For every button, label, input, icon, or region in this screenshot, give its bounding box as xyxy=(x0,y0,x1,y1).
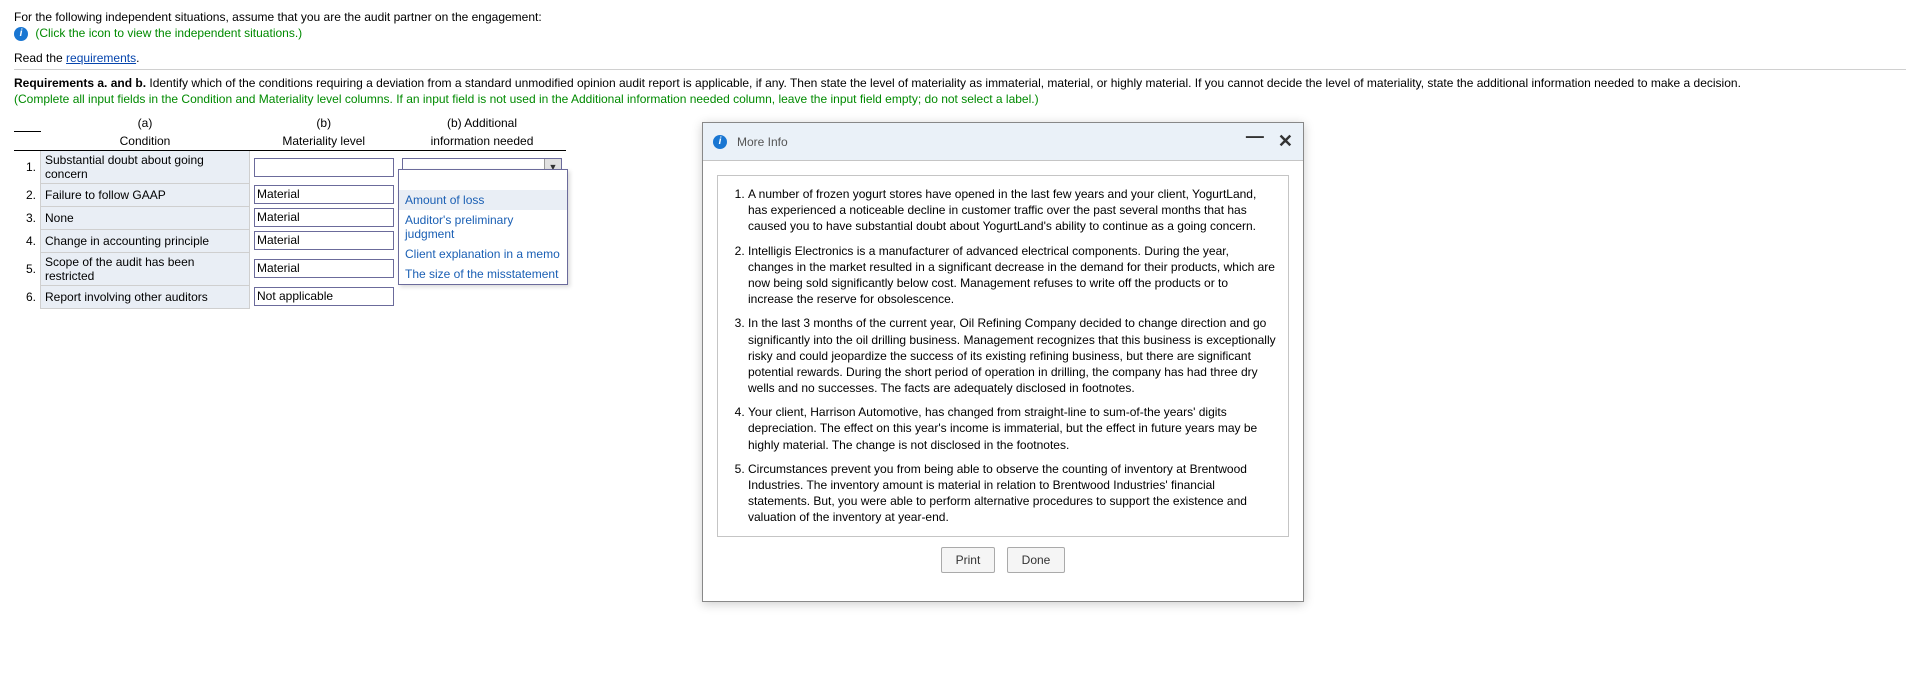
hdr-badd: (b) Additional xyxy=(398,114,566,132)
minimize-icon[interactable]: — xyxy=(1246,131,1264,152)
addinfo-dropdown-list: Amount of loss Auditor's preliminary jud… xyxy=(398,169,568,285)
hdr-condition: Condition xyxy=(41,132,250,151)
hdr-a: (a) xyxy=(41,114,250,132)
dropdown-option[interactable]: Auditor's preliminary judgment xyxy=(399,210,567,244)
situation-item: Intelligis Electronics is a manufacturer… xyxy=(748,243,1276,308)
dropdown-option[interactable]: The size of the misstatement xyxy=(399,264,567,284)
table-row: 6. Report involving other auditors Not a… xyxy=(14,285,566,308)
row-num: 3. xyxy=(14,206,41,229)
condition-cell[interactable]: Report involving other auditors xyxy=(41,285,250,308)
row-num: 2. xyxy=(14,183,41,206)
read-the-text: Read the xyxy=(14,51,66,65)
materiality-select[interactable]: Material xyxy=(254,208,394,227)
answer-table: (a) (b) (b) Additional Condition Materia… xyxy=(14,114,566,309)
materiality-select[interactable]: Not applicable xyxy=(254,287,394,306)
materiality-select[interactable]: Material xyxy=(254,185,394,204)
row-num: 6. xyxy=(14,285,41,308)
dropdown-option-blank[interactable] xyxy=(399,170,567,190)
modal-content: A number of frozen yogurt stores have op… xyxy=(717,175,1289,537)
materiality-select[interactable] xyxy=(254,158,394,177)
close-icon[interactable]: ✕ xyxy=(1278,131,1293,152)
condition-cell[interactable]: Change in accounting principle xyxy=(41,229,250,252)
intro-line1: For the following independent situations… xyxy=(14,10,1906,24)
condition-cell[interactable]: None xyxy=(41,206,250,229)
req-helper: (Complete all input fields in the Condit… xyxy=(14,92,1906,106)
print-button[interactable]: Print xyxy=(941,547,996,573)
more-info-modal: i More Info — ✕ A number of frozen yogur… xyxy=(702,122,1304,602)
dropdown-option[interactable]: Amount of loss xyxy=(399,190,567,210)
hdr-materiality: Materiality level xyxy=(250,132,399,151)
dropdown-option[interactable]: Client explanation in a memo xyxy=(399,244,567,264)
period: . xyxy=(136,51,139,65)
done-button[interactable]: Done xyxy=(1007,547,1066,573)
situation-item: In the last 3 months of the current year… xyxy=(748,315,1276,396)
materiality-select[interactable]: Material xyxy=(254,231,394,250)
divider xyxy=(14,69,1906,70)
intro-icon-hint: (Click the icon to view the independent … xyxy=(35,26,302,40)
situation-item: A number of frozen yogurt stores have op… xyxy=(748,186,1276,235)
modal-title: More Info xyxy=(737,135,788,149)
row-num: 1. xyxy=(14,150,41,183)
row-num: 4. xyxy=(14,229,41,252)
situation-item: Your client, Harrison Automotive, has ch… xyxy=(748,404,1276,453)
hdr-b: (b) xyxy=(250,114,399,132)
info-icon[interactable]: i xyxy=(14,27,28,41)
situation-item: Circumstances prevent you from being abl… xyxy=(748,461,1276,526)
condition-cell[interactable]: Failure to follow GAAP xyxy=(41,183,250,206)
hdr-info: information needed xyxy=(398,132,566,151)
req-body: Identify which of the conditions requiri… xyxy=(146,76,1741,90)
condition-cell[interactable]: Scope of the audit has been restricted xyxy=(41,252,250,285)
condition-cell[interactable]: Substantial doubt about going concern xyxy=(41,150,250,183)
req-lead: Requirements a. and b. xyxy=(14,76,146,90)
materiality-select[interactable]: Material xyxy=(254,259,394,278)
requirements-link[interactable]: requirements xyxy=(66,51,136,65)
info-icon: i xyxy=(713,135,727,149)
row-num: 5. xyxy=(14,252,41,285)
table-row: 1. Substantial doubt about going concern… xyxy=(14,150,566,183)
